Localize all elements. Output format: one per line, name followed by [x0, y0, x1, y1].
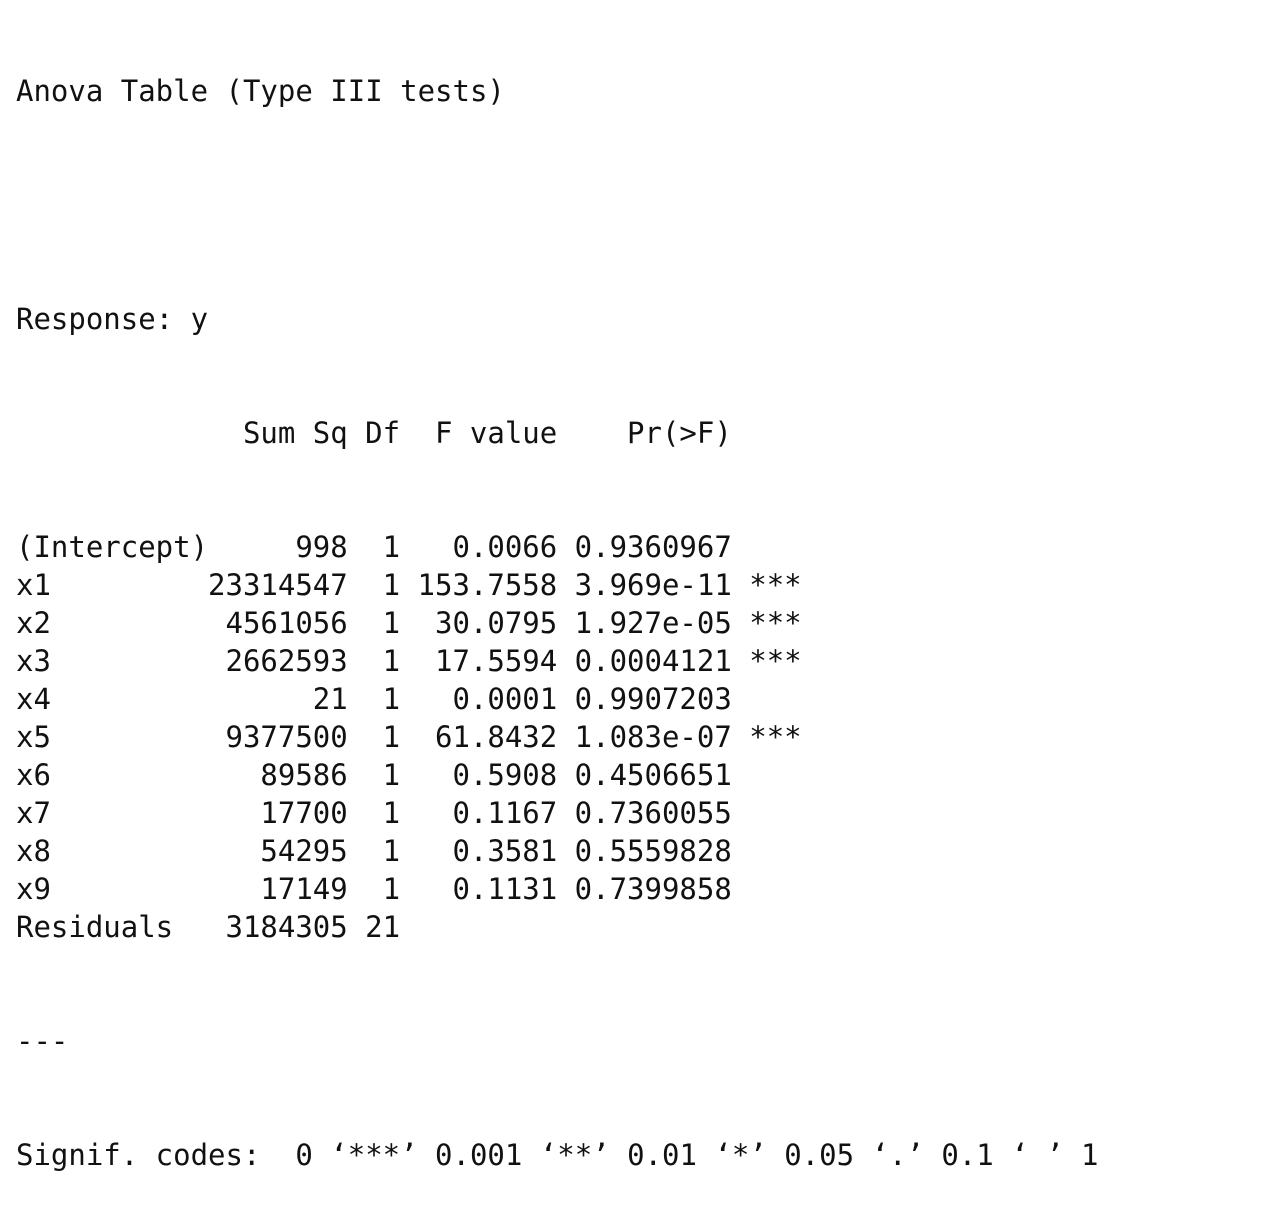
row-name: x7 — [16, 796, 51, 830]
f-value-cell: 153.7558 — [417, 568, 558, 602]
f-value-cell: 0.1131 — [452, 872, 558, 906]
separator-line: --- — [16, 1024, 69, 1058]
f-value-cell: 0.3581 — [452, 834, 558, 868]
row-name: x1 — [16, 568, 51, 602]
pr-cell: 0.7399858 — [574, 872, 732, 906]
table-row: x9 17149 1 0.1131 0.7399858 — [16, 870, 1099, 908]
f-value-cell: 0.1167 — [452, 796, 558, 830]
column-header-sum-sq: Sum Sq — [242, 416, 348, 450]
table-row: Residuals 3184305 21 — [16, 908, 1099, 946]
row-name: x5 — [16, 720, 51, 754]
response-line: Response: y — [16, 302, 209, 336]
f-value-cell: 0.0001 — [452, 682, 558, 716]
sum-sq-cell: 21 — [312, 682, 348, 716]
f-value-cell: 61.8432 — [435, 720, 558, 754]
f-value-cell: 30.0795 — [435, 606, 558, 640]
df-cell: 21 — [365, 910, 401, 944]
pr-cell: 0.9907203 — [574, 682, 732, 716]
sum-sq-cell: 9377500 — [225, 720, 348, 754]
column-header-df: Df — [365, 416, 401, 450]
table-row: x7 17700 1 0.1167 0.7360055 — [16, 794, 1099, 832]
df-cell: 1 — [382, 796, 401, 830]
table-row: x6 89586 1 0.5908 0.4506651 — [16, 756, 1099, 794]
row-name: x9 — [16, 872, 51, 906]
column-header-f-value: F value — [435, 416, 558, 450]
f-value-cell: 0.5908 — [452, 758, 558, 792]
df-cell: 1 — [382, 872, 401, 906]
table-row: x4 21 1 0.0001 0.9907203 — [16, 680, 1099, 718]
sum-sq-cell: 998 — [295, 530, 348, 564]
pr-cell: 0.9360967 — [574, 530, 732, 564]
row-name: x3 — [16, 644, 51, 678]
sum-sq-cell: 89586 — [260, 758, 348, 792]
pr-cell: 0.7360055 — [574, 796, 732, 830]
row-name: Residuals — [16, 910, 174, 944]
df-cell: 1 — [382, 834, 401, 868]
pr-cell: 3.969e-11 — [574, 568, 732, 602]
table-row: x1 23314547 1 153.7558 3.969e-11 *** — [16, 566, 1099, 604]
df-cell: 1 — [382, 720, 401, 754]
sum-sq-cell: 3184305 — [225, 910, 348, 944]
f-value-cell: 17.5594 — [435, 644, 558, 678]
df-cell: 1 — [382, 568, 401, 602]
row-name: x2 — [16, 606, 51, 640]
pr-cell: 0.5559828 — [574, 834, 732, 868]
row-name: x6 — [16, 758, 51, 792]
sum-sq-cell: 4561056 — [225, 606, 348, 640]
df-cell: 1 — [382, 758, 401, 792]
sum-sq-cell: 54295 — [260, 834, 348, 868]
pr-cell: 0.0004121 — [574, 644, 732, 678]
row-name: x8 — [16, 834, 51, 868]
table-row: (Intercept) 998 1 0.0066 0.9360967 — [16, 528, 1099, 566]
sum-sq-cell: 23314547 — [208, 568, 348, 602]
table-row: x2 4561056 1 30.0795 1.927e-05 *** — [16, 604, 1099, 642]
signif-codes-line: Signif. codes: 0 ‘***’ 0.001 ‘**’ 0.01 ‘… — [16, 1138, 1099, 1172]
f-value-cell: 0.0066 — [452, 530, 558, 564]
signif-stars: *** — [749, 568, 802, 602]
df-cell: 1 — [382, 644, 401, 678]
pr-cell: 0.4506651 — [574, 758, 732, 792]
row-name: x4 — [16, 682, 51, 716]
table-row: x5 9377500 1 61.8432 1.083e-07 *** — [16, 718, 1099, 756]
df-cell: 1 — [382, 530, 401, 564]
signif-stars: *** — [749, 644, 802, 678]
df-cell: 1 — [382, 606, 401, 640]
signif-stars: *** — [749, 606, 802, 640]
sum-sq-cell: 17149 — [260, 872, 348, 906]
df-cell: 1 — [382, 682, 401, 716]
row-name: (Intercept) — [16, 530, 209, 564]
table-row: x8 54295 1 0.3581 0.5559828 — [16, 832, 1099, 870]
sum-sq-cell: 2662593 — [225, 644, 348, 678]
pr-cell: 1.083e-07 — [574, 720, 732, 754]
sum-sq-cell: 17700 — [260, 796, 348, 830]
column-header-pr: Pr(>F) — [627, 416, 732, 450]
anova-output: Anova Table (Type III tests) Response: y… — [16, 0, 1099, 1212]
signif-stars: *** — [749, 720, 802, 754]
column-header-row: Sum Sq Df F value Pr(>F) — [16, 414, 1099, 452]
anova-title: Anova Table (Type III tests) — [16, 74, 505, 108]
anova-table-rows: (Intercept) 998 1 0.0066 0.9360967 x1 23314547… — [16, 528, 1099, 946]
pr-cell: 1.927e-05 — [574, 606, 732, 640]
table-row: x3 2662593 1 17.5594 0.0004121 *** — [16, 642, 1099, 680]
